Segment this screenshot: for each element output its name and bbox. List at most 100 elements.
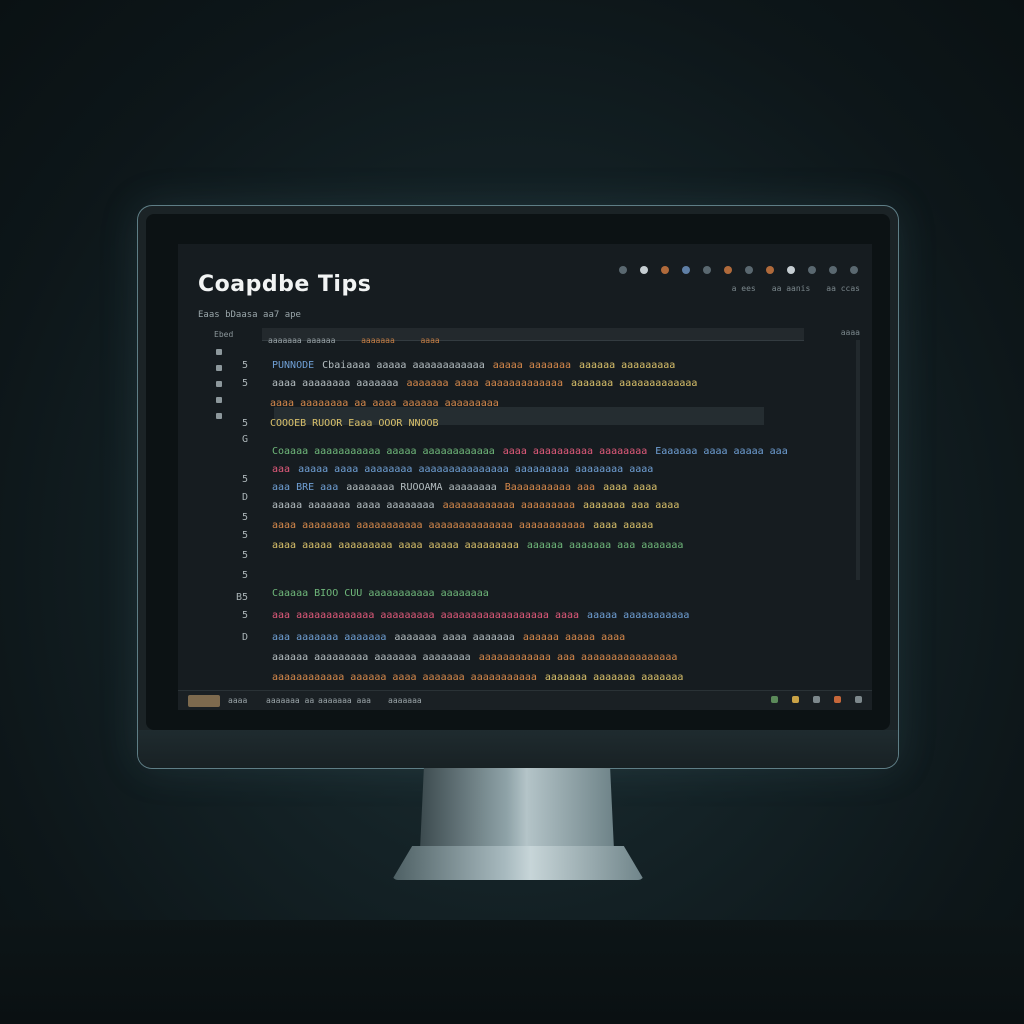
status-icon[interactable] <box>813 696 820 703</box>
code-line: aaa aaaaaaa aaaaaaa aaaaaaa aaaa aaaaaaa a… <box>272 632 633 643</box>
code-token: Caaaaa BIOO CUU aaaaaaaaaaa aaaaaaaa <box>272 588 489 599</box>
code-token: PUNNODE <box>272 360 315 371</box>
status-item: aaaaaaa aaa <box>318 696 371 705</box>
status-icon[interactable] <box>834 696 841 703</box>
toolbar-label: a ees <box>731 284 756 293</box>
file-icon[interactable] <box>216 365 222 371</box>
status-icons <box>771 696 862 703</box>
toolbar-icon[interactable] <box>808 266 816 274</box>
line-number: 5 <box>242 360 249 371</box>
scrollbar[interactable] <box>856 340 860 580</box>
status-item: aaaaaaa <box>388 696 422 705</box>
code-token: aaaaaaaaaaaa aaaaaa aaaa aaaaaaa aaaaaaa… <box>272 672 537 683</box>
code-token: aaaa aaaaa <box>593 520 654 531</box>
status-icon[interactable] <box>792 696 799 703</box>
file-icon[interactable] <box>216 397 222 403</box>
code-line: aaaa aaaaaaaa aaaaaaa aaaaaaa aaaa aaaaaa… <box>272 378 705 389</box>
toolbar-icon[interactable] <box>745 266 753 274</box>
toolbar-icon[interactable] <box>640 266 648 274</box>
toolbar-icon[interactable] <box>766 266 774 274</box>
toolbar-label: aa ccas <box>826 284 860 293</box>
status-item: aaaaaaa aa <box>266 696 315 705</box>
line-number: 5 <box>242 530 249 541</box>
toolbar-icon[interactable] <box>724 266 732 274</box>
code-token: aaaaaaaaaaaa aaaaaaaaa <box>442 500 576 511</box>
code-line: aaa BRE aaa aaaaaaaa RUOOAMA aaaaaaaa Baaa… <box>272 482 665 493</box>
status-item: aaaa <box>228 696 248 705</box>
code-line: Coaaaa aaaaaaaaaaa aaaaa aaaaaaaaaaaa aaa… <box>272 446 796 457</box>
code-token: COOOEB RUOOR Eaaa OOOR NNOOB <box>270 418 439 429</box>
editor-title: Coapdbe Tips <box>198 272 372 297</box>
toolbar-icon[interactable] <box>787 266 795 274</box>
toolbar-icon[interactable] <box>829 266 837 274</box>
monitor-stand-base <box>392 846 644 880</box>
code-token: aaa aaaaaaaaaaaaa aaaaaaaaa aaaaaaaaaaaa… <box>272 610 580 621</box>
editor-tab[interactable]: aaaa <box>420 336 439 345</box>
status-icon[interactable] <box>855 696 862 703</box>
sidebar: Ebed <box>214 330 254 419</box>
toolbar-icon[interactable] <box>703 266 711 274</box>
toolbar-icons <box>619 266 858 274</box>
toolbar-icon[interactable] <box>682 266 690 274</box>
code-line: aaaa aaaaaaaa aa aaaa aaaaaa aaaaaaaaa <box>270 398 507 409</box>
code-line: PUNNODE Cbaiaaaa aaaaa aaaaaaaaaaaa aaaaa … <box>272 360 683 371</box>
code-token: aaaa aaaa <box>603 482 658 493</box>
sidebar-label: Ebed <box>214 330 234 339</box>
status-icon[interactable] <box>771 696 778 703</box>
code-token: aaaaaa aaaaaaaaa aaaaaaa aaaaaaaa <box>272 652 471 663</box>
editor-tab[interactable]: aaaaaaa <box>361 336 395 345</box>
code-token: aaaaaaa aaaaaaa aaaaaaa <box>544 672 684 683</box>
code-token: aaaaa aaaa aaaaaaaa aaaaaaaaaaaaaaa aaaa… <box>298 464 654 475</box>
code-token: aaaaaaa aaaa aaaaaaa <box>394 632 515 643</box>
file-icon[interactable] <box>216 381 222 387</box>
toolbar-icon[interactable] <box>850 266 858 274</box>
code-token: Baaaaaaaaaa aaa <box>504 482 596 493</box>
monitor-stand-neck <box>420 768 614 850</box>
code-token: aaaa aaaaaaaa aaaaaaaaaaa aaaaaaaaaaaaaa… <box>272 520 586 531</box>
file-icon[interactable] <box>216 413 222 419</box>
toolbar-labels: a ees aa aanis aa ccas <box>732 284 860 293</box>
code-token: aaaaaa aaaaaaaaa <box>579 360 676 371</box>
code-editor-screen: Coapdbe Tips Eaas bDaasa aa7 ape a ees a… <box>178 244 872 710</box>
code-token: aaaa aaaaaaaa aa aaaa aaaaaa aaaaaaaaa <box>270 398 499 409</box>
line-number: D <box>242 492 249 503</box>
line-number: 5 <box>242 570 249 581</box>
code-token: aaaaa aaaaaaa aaaa aaaaaaaa <box>272 500 435 511</box>
code-token: aaaaaaa aaaaaaaaaaaaa <box>570 378 698 389</box>
code-token: aaaaaaa aaaa aaaaaaaaaaaaa <box>406 378 563 389</box>
code-token: aaaaa aaaaaaaaaaa <box>587 610 690 621</box>
code-token: aaaaa aaaaaaa <box>492 360 571 371</box>
code-token: Cbaiaaaa aaaaa aaaaaaaaaaaa <box>322 360 485 371</box>
code-line: aaaaaaaaaaaa aaaaaa aaaa aaaaaaa aaaaaaa… <box>272 672 691 683</box>
code-token: aaaaaa aaaaaaa aaa aaaaaaa <box>526 540 684 551</box>
code-token: aaaa aaaaa aaaaaaaaa aaaa aaaaa aaaaaaaa… <box>272 540 519 551</box>
code-token: Eaaaaaa aaaa aaaaa aaa <box>655 446 788 457</box>
code-token: aaa aaaaaaa aaaaaaa <box>272 632 387 643</box>
editor-subtitle: Eaas bDaasa aa7 ape <box>198 310 301 320</box>
line-number: 5 <box>242 610 249 621</box>
monitor: Coapdbe Tips Eaas bDaasa aa7 ape a ees a… <box>138 206 898 768</box>
line-number: 5 <box>242 418 249 429</box>
toolbar-icon[interactable] <box>619 266 627 274</box>
code-token: aaaaaaaaaaaa aaa aaaaaaaaaaaaaaaa <box>478 652 678 663</box>
file-icon[interactable] <box>216 349 222 355</box>
code-token: aaaaaa aaaaa aaaa <box>522 632 626 643</box>
editor-tab[interactable]: aaaaaaa aaaaaa <box>268 336 335 345</box>
status-bar: aaaa aaaaaaa aa aaaaaaa aaa aaaaaaa <box>178 690 872 710</box>
code-line: aaa aaaaa aaaa aaaaaaaa aaaaaaaaaaaaaaa a… <box>272 464 661 475</box>
line-number: 5 <box>242 550 249 561</box>
code-line: aaaa aaaaaaaa aaaaaaaaaaa aaaaaaaaaaaaaa… <box>272 520 661 531</box>
code-line: aaaaaa aaaaaaaaa aaaaaaa aaaaaaaa aaaaaaa… <box>272 652 685 663</box>
line-number: D <box>242 632 249 643</box>
line-number: B5 <box>236 592 249 603</box>
line-number: 5 <box>242 378 249 389</box>
code-line: COOOEB RUOOR Eaaa OOOR NNOOB <box>270 418 447 429</box>
code-line: Caaaaa BIOO CUU aaaaaaaaaaa aaaaaaaa <box>272 588 497 599</box>
code-token: aaa <box>272 464 291 475</box>
status-tag[interactable] <box>188 695 220 707</box>
code-token: aaaaaaa aaa aaaa <box>583 500 680 511</box>
panel-label: aaaa <box>840 328 860 337</box>
code-token: aaaaaaaa RUOOAMA aaaaaaaa <box>346 482 497 493</box>
toolbar-icon[interactable] <box>661 266 669 274</box>
editor-tab-bar: aaaaaaa aaaaaa aaaaaaa aaaa <box>262 328 804 345</box>
